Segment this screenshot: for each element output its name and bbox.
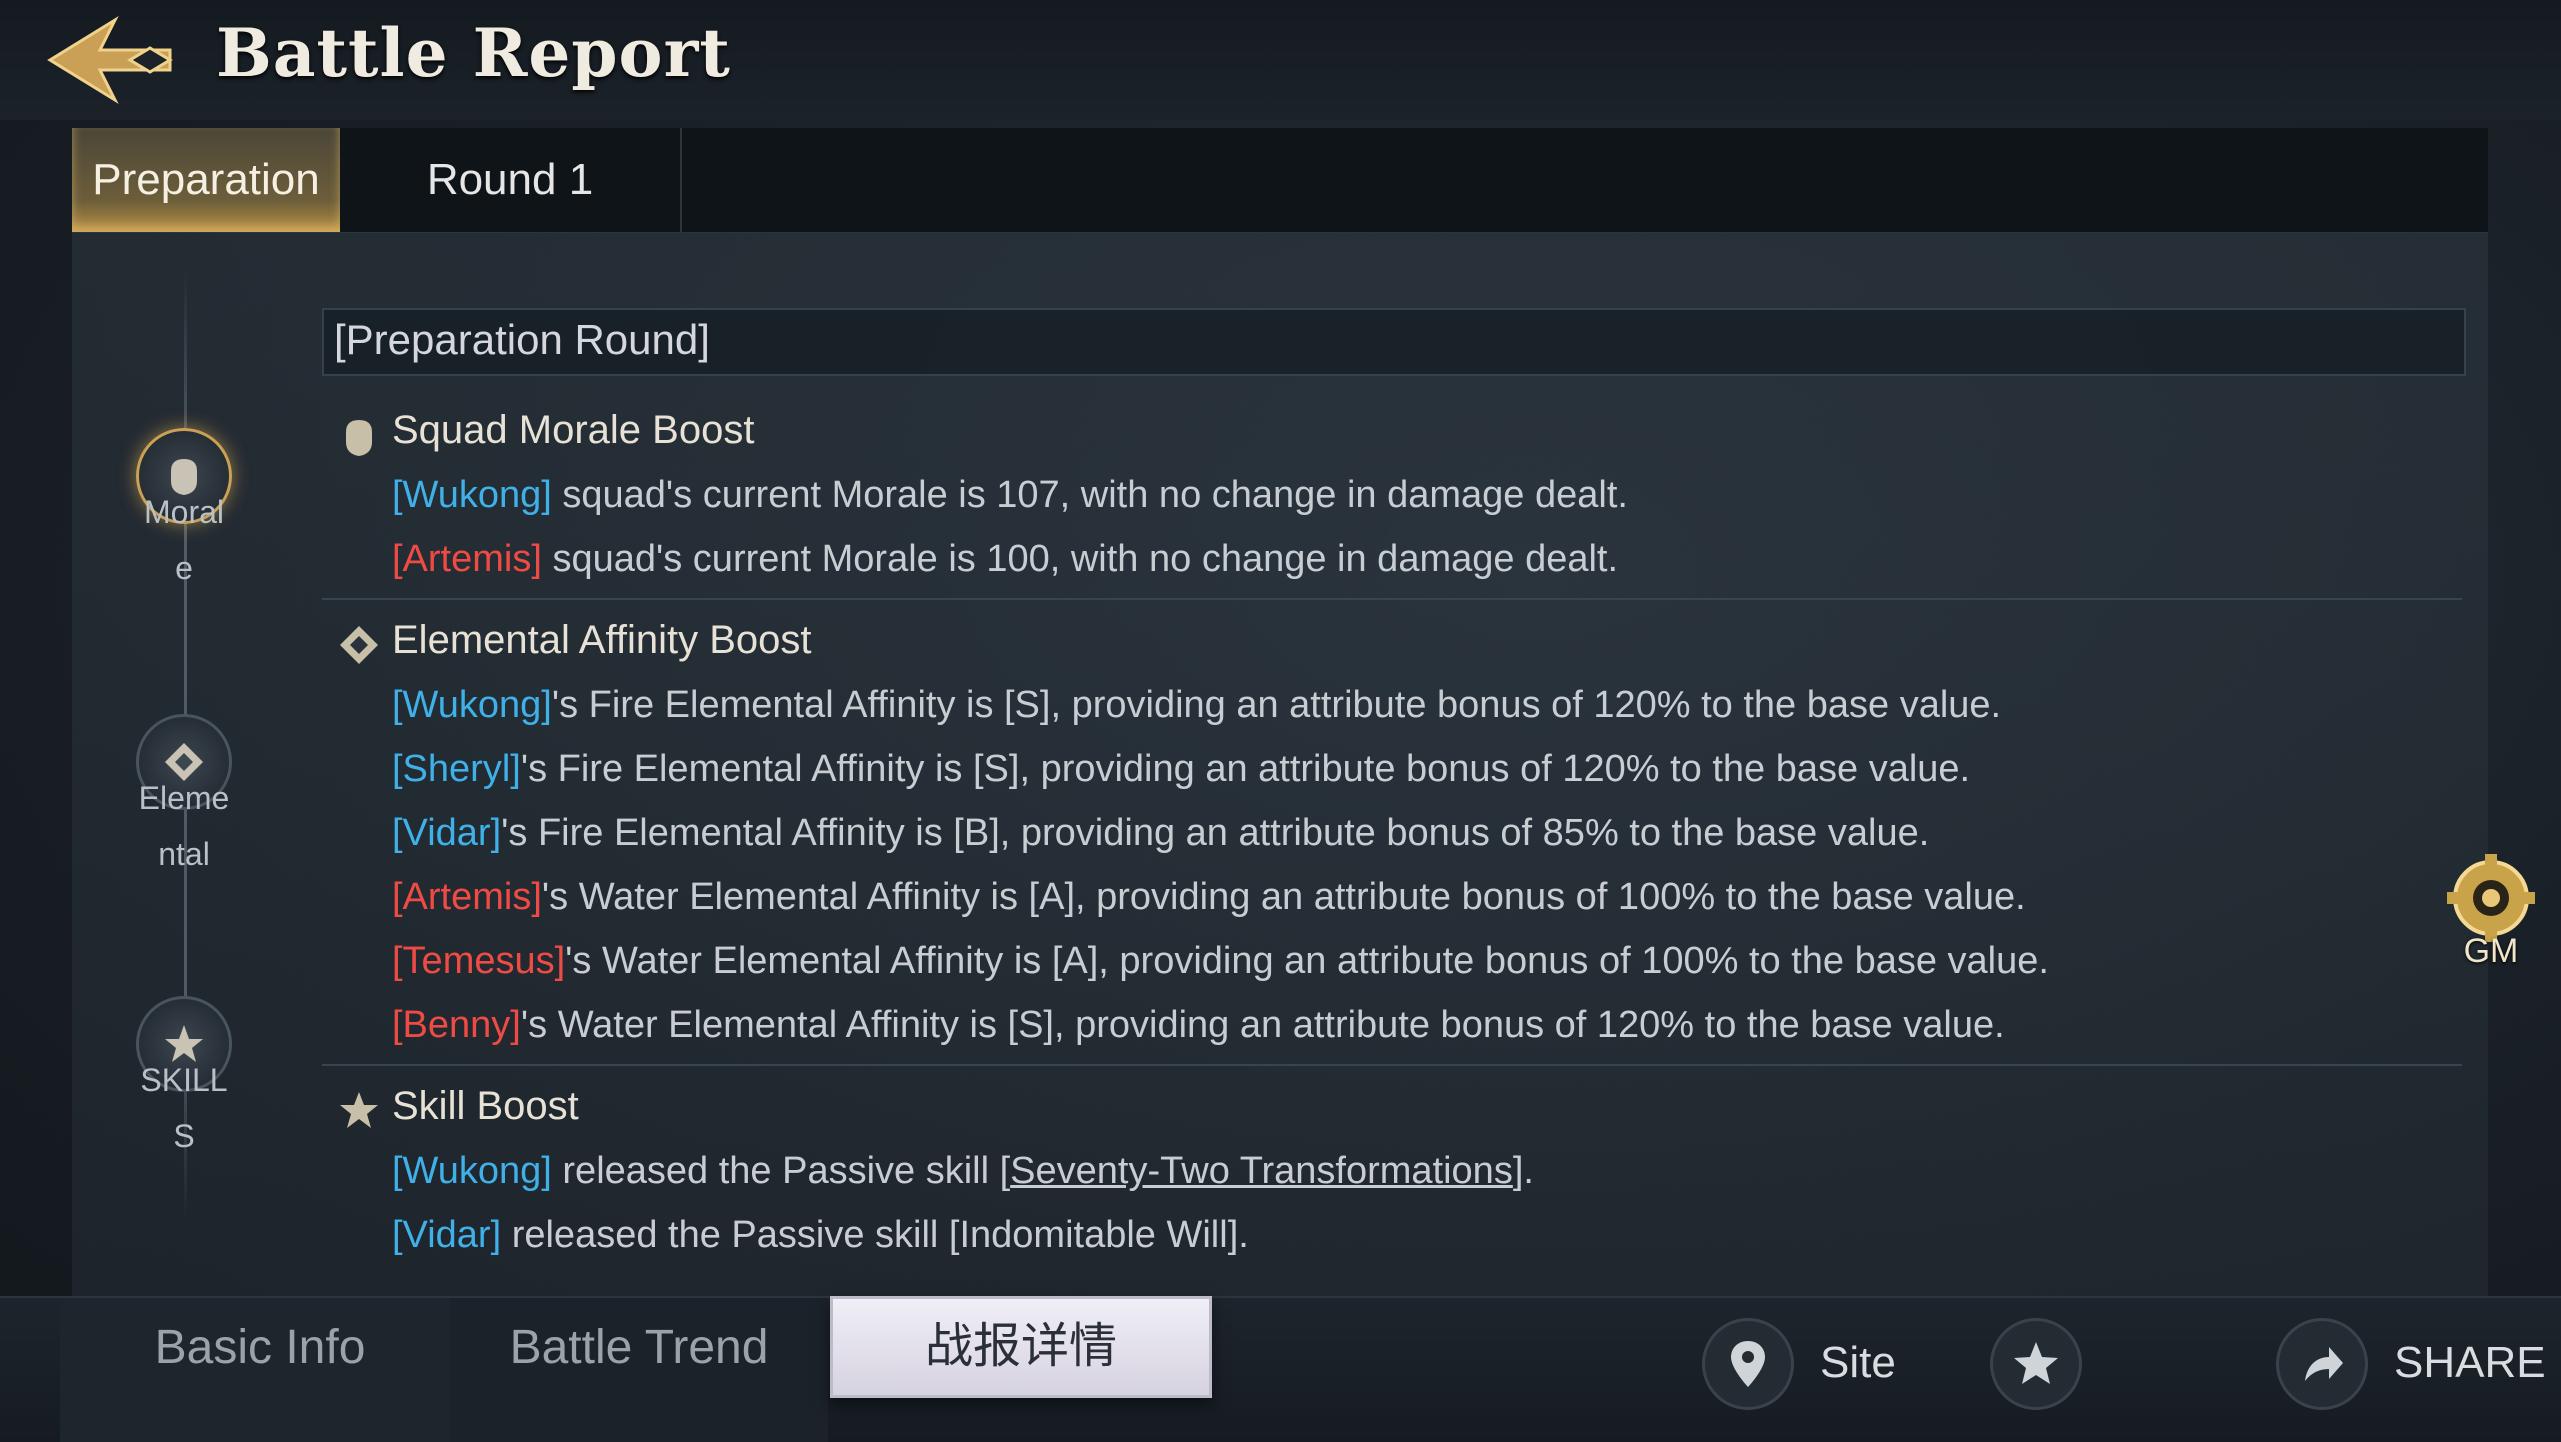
skill-link[interactable]: Indomitable Will — [959, 1214, 1227, 1256]
log-line: [Wukong]'s Fire Elemental Affinity is [S… — [392, 684, 2001, 727]
page-title: Battle Report — [216, 14, 731, 92]
log-line: [Sheryl]'s Fire Elemental Affinity is [S… — [392, 748, 1970, 791]
site-button[interactable]: Site — [1820, 1338, 1896, 1388]
group-title-morale: Squad Morale Boost — [392, 408, 755, 452]
bottom-bar: Basic Info Battle Trend 战报详情 Site SHARE — [0, 1296, 2561, 1442]
share-button[interactable]: SHARE — [2394, 1338, 2546, 1388]
log-line: [Wukong] released the Passive skill [Sev… — [392, 1150, 1534, 1193]
timeline-node-elemental[interactable]: Elemental — [84, 714, 284, 882]
gm-button[interactable]: GM — [2436, 850, 2546, 980]
unit-name[interactable]: [Vidar] — [392, 812, 501, 854]
timeline-label-morale: Morale — [143, 494, 224, 586]
unit-name[interactable]: [Temesus] — [392, 940, 565, 982]
log-text: ]. — [1512, 1150, 1534, 1192]
gm-label: GM — [2463, 932, 2519, 970]
unit-name[interactable]: [Artemis] — [392, 876, 542, 918]
log-text: released the Passive skill [ — [501, 1214, 960, 1256]
log-line: [Benny]'s Water Elemental Affinity is [S… — [392, 1004, 2005, 1047]
elemental-icon — [336, 622, 382, 668]
back-arrow-icon[interactable] — [40, 10, 190, 110]
timeline-label-elemental: Elemental — [138, 780, 230, 872]
log-text: 's Water Elemental Affinity is [A], prov… — [541, 876, 2026, 918]
timeline-label-skills: SKILLS — [140, 1062, 228, 1154]
log-text: 's Fire Elemental Affinity is [S], provi… — [551, 684, 2002, 726]
log-text: squad's current Morale is 107, with no c… — [551, 474, 1628, 516]
tab-battle-trend[interactable]: Battle Trend — [450, 1298, 828, 1442]
tab-battle-details[interactable]: 战报详情 — [830, 1296, 1212, 1398]
log-line: [Artemis]'s Water Elemental Affinity is … — [392, 876, 2026, 919]
header-bar: Battle Report — [0, 0, 2561, 120]
timeline-node-skills[interactable]: SKILLS — [84, 996, 284, 1164]
star-icon[interactable] — [1990, 1318, 2082, 1410]
group-title-elemental: Elemental Affinity Boost — [392, 618, 812, 662]
location-pin-icon[interactable] — [1702, 1318, 1794, 1410]
log-text: ]. — [1227, 1214, 1249, 1256]
morale-fist-icon — [336, 414, 382, 460]
log-text: 's Fire Elemental Affinity is [B], provi… — [501, 812, 1930, 854]
log-line: [Wukong] squad's current Morale is 107, … — [392, 474, 1628, 517]
log-line: [Vidar]'s Fire Elemental Affinity is [B]… — [392, 812, 1929, 855]
divider — [322, 598, 2462, 600]
skill-link[interactable]: Seventy-Two Transformations — [1010, 1150, 1513, 1192]
section-header: [Preparation Round] — [322, 308, 2466, 376]
section-title: [Preparation Round] — [334, 316, 710, 363]
log-line: [Vidar] released the Passive skill [Indo… — [392, 1214, 1249, 1257]
unit-name[interactable]: [Wukong] — [392, 684, 552, 726]
log-line: [Temesus]'s Water Elemental Affinity is … — [392, 940, 2049, 983]
log-text: 's Fire Elemental Affinity is [S], provi… — [520, 748, 1971, 790]
log-line: [Artemis] squad's current Morale is 100,… — [392, 538, 1618, 581]
skills-icon — [336, 1088, 382, 1134]
log-text: squad's current Morale is 100, with no c… — [541, 538, 1619, 580]
unit-name[interactable]: [Wukong] — [392, 474, 552, 516]
unit-name[interactable]: [Vidar] — [392, 1214, 501, 1256]
round-tab-bar: Preparation Round 1 — [72, 128, 2488, 233]
tab-preparation[interactable]: Preparation — [72, 128, 340, 232]
divider — [322, 1064, 2462, 1066]
share-arrow-icon[interactable] — [2276, 1318, 2368, 1410]
group-title-skill: Skill Boost — [392, 1084, 579, 1128]
tab-round-1[interactable]: Round 1 — [340, 128, 682, 232]
log-text: released the Passive skill [ — [551, 1150, 1011, 1192]
log-text: 's Water Elemental Affinity is [S], prov… — [520, 1004, 2005, 1046]
unit-name[interactable]: [Artemis] — [392, 538, 542, 580]
unit-name[interactable]: [Sheryl] — [392, 748, 521, 790]
unit-name[interactable]: [Wukong] — [392, 1150, 552, 1192]
tab-basic-info[interactable]: Basic Info — [60, 1298, 460, 1442]
timeline-node-morale[interactable]: Morale — [84, 428, 284, 596]
log-text: 's Water Elemental Affinity is [A], prov… — [565, 940, 2049, 982]
unit-name[interactable]: [Benny] — [392, 1004, 521, 1046]
